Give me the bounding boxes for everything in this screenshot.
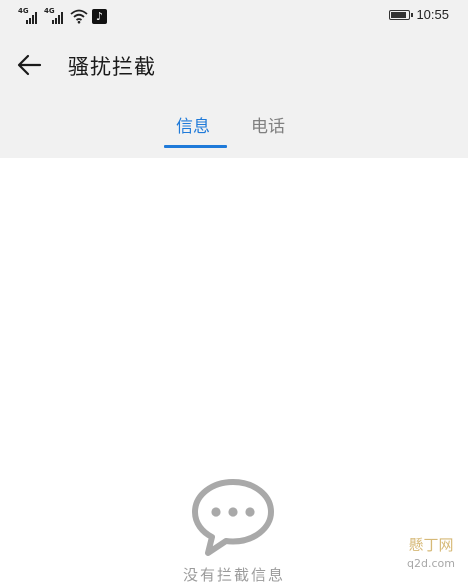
chat-bubble-icon [192, 479, 274, 556]
app-header: 骚扰拦截 [0, 40, 468, 90]
page-title: 骚扰拦截 [68, 55, 156, 79]
tab-messages[interactable]: 信息 [176, 112, 210, 137]
wifi-icon [70, 9, 88, 24]
tiktok-notification-icon: ♪ [92, 9, 107, 24]
battery-icon [389, 9, 414, 20]
battery-level-fill [391, 11, 407, 18]
status-time: 10:55 [416, 7, 449, 22]
cellular-signal-icon: 4G [44, 7, 66, 24]
tab-calls[interactable]: 电话 [251, 112, 285, 137]
tab-bar: 信息 电话 [0, 112, 468, 152]
cellular-signal-icon: 4G [18, 7, 40, 24]
status-icons-right: 10:55 [389, 7, 449, 22]
svg-text:q2d.com: q2d.com [407, 557, 455, 570]
tab-indicator [164, 145, 227, 148]
site-watermark-logo: 懸丁网 q2d.com [407, 536, 455, 570]
arrow-left-icon[interactable] [14, 49, 46, 81]
svg-text:懸丁网: 懸丁网 [408, 536, 453, 554]
status-icons-left: 4G 4G ♪ [18, 6, 107, 24]
status-bar: 4G 4G ♪ 10:55 [0, 0, 468, 30]
